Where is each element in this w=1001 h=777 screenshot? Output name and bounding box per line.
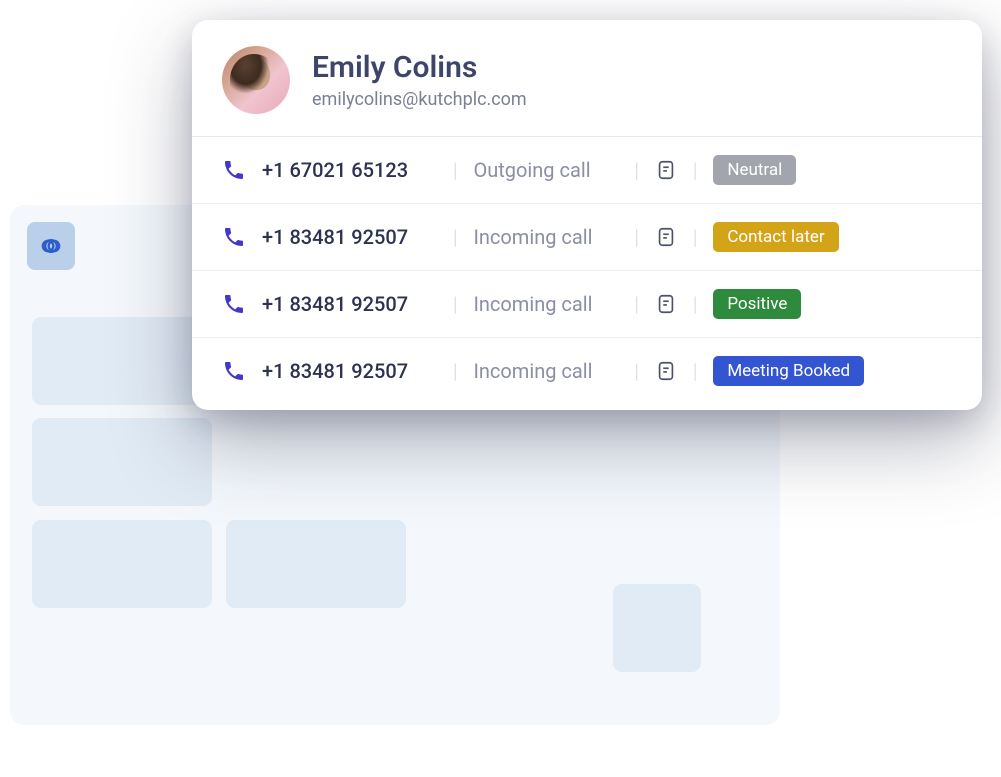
divider: | [453,158,457,182]
divider: | [693,225,697,249]
call-direction: Incoming call [473,359,618,383]
call-row[interactable]: +1 83481 92507 | Incoming call | | Conta… [192,204,982,271]
phone-icon [222,359,246,383]
contact-name: Emily Colins [312,50,527,85]
divider: | [693,158,697,182]
call-row[interactable]: +1 83481 92507 | Incoming call | | Meeti… [192,338,982,410]
divider: | [634,359,638,383]
status-badge: Neutral [713,155,796,185]
phone-number: +1 83481 92507 [262,359,437,383]
skeleton-placeholder [226,520,406,608]
contact-info: Emily Colins emilycolins@kutchplc.com [312,50,527,110]
divider: | [453,359,457,383]
notes-icon[interactable] [655,226,677,248]
call-row[interactable]: +1 67021 65123 | Outgoing call | | Neutr… [192,137,982,204]
phone-icon [222,292,246,316]
contact-card: Emily Colins emilycolins@kutchplc.com +1… [192,20,982,410]
divider: | [693,359,697,383]
skeleton-placeholder [32,418,212,506]
status-badge: Contact later [713,222,838,252]
call-direction: Incoming call [473,292,618,316]
call-direction: Incoming call [473,225,618,249]
divider: | [634,292,638,316]
divider: | [634,225,638,249]
divider: | [453,292,457,316]
divider: | [453,225,457,249]
contact-header: Emily Colins emilycolins@kutchplc.com [192,20,982,137]
divider: | [693,292,697,316]
app-logo-badge [27,222,75,270]
crm-logo-icon [37,232,65,260]
skeleton-placeholder [32,317,212,405]
call-list: +1 67021 65123 | Outgoing call | | Neutr… [192,137,982,410]
divider: | [634,158,638,182]
contact-email: emilycolins@kutchplc.com [312,89,527,110]
notes-icon[interactable] [655,360,677,382]
phone-number: +1 83481 92507 [262,225,437,249]
call-direction: Outgoing call [473,158,618,182]
phone-icon [222,225,246,249]
phone-number: +1 67021 65123 [262,158,437,182]
skeleton-placeholder [32,520,212,608]
avatar [222,46,290,114]
notes-icon[interactable] [655,293,677,315]
skeleton-placeholder [613,584,701,672]
status-badge: Meeting Booked [713,356,864,386]
phone-icon [222,158,246,182]
status-badge: Positive [713,289,801,319]
notes-icon[interactable] [655,159,677,181]
call-row[interactable]: +1 83481 92507 | Incoming call | | Posit… [192,271,982,338]
phone-number: +1 83481 92507 [262,292,437,316]
